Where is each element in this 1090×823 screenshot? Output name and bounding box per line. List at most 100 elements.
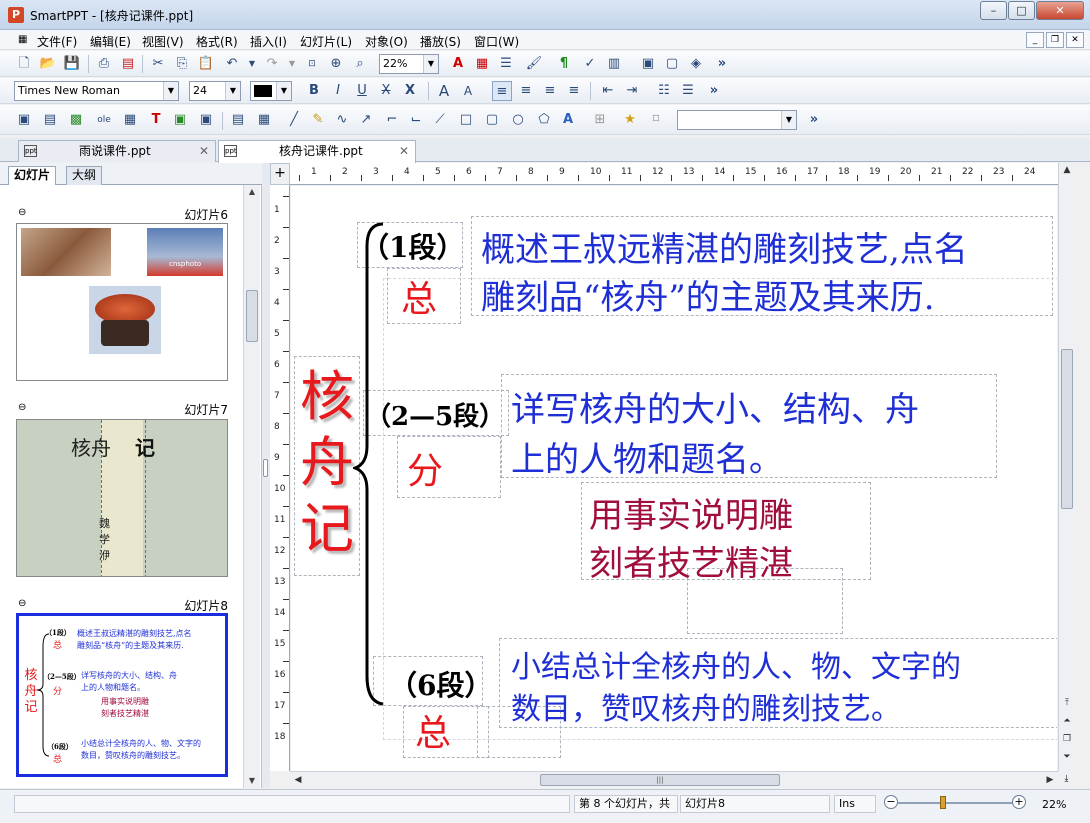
open-folder-icon[interactable]: 📂	[38, 54, 58, 74]
wordart-icon[interactable]: A	[558, 110, 578, 130]
paragraph-mark-icon[interactable]: ¶	[554, 54, 574, 74]
previous-slide-icon[interactable]: ⏶	[1059, 714, 1075, 729]
close-button[interactable]: ✕	[1036, 1, 1084, 20]
text-box-icon[interactable]: T	[146, 110, 166, 130]
shrink-font-icon[interactable]: A	[458, 81, 478, 101]
ole-object-icon[interactable]: ole	[94, 110, 114, 130]
format-painter-icon[interactable]: 🖌	[524, 54, 544, 74]
pdf-icon[interactable]: ▤	[118, 54, 138, 74]
list-icon[interactable]: ☰	[496, 54, 516, 74]
page-icon[interactable]: ▢	[662, 54, 682, 74]
new-icon[interactable]: 🗋	[14, 54, 34, 74]
menu-format[interactable]: 格式(R)	[196, 33, 238, 50]
polyline-icon[interactable]: ⟋	[430, 110, 450, 130]
style-select[interactable]: ▼	[677, 110, 797, 130]
bullet-list-icon[interactable]: ☷	[654, 81, 674, 101]
scroll-thumb[interactable]	[246, 290, 258, 342]
picture-icon[interactable]: ▩	[66, 110, 86, 130]
align-left-icon[interactable]: ≡	[492, 81, 512, 101]
font-name-select[interactable]: Times New Roman ▼	[14, 81, 179, 101]
redo-icon[interactable]: ↷	[262, 54, 282, 74]
slide-8-header[interactable]: ⊖ 幻灯片8	[18, 597, 228, 613]
placeholder-icon[interactable]: ▣	[196, 110, 216, 130]
numbered-list-icon[interactable]: ☰	[678, 81, 698, 101]
grow-font-icon[interactable]: A	[434, 81, 454, 101]
curve-icon[interactable]: ∿	[332, 110, 352, 130]
group-icon[interactable]: ⊞	[590, 110, 610, 130]
table-frame-icon[interactable]: ▦	[254, 110, 274, 130]
align-right-icon[interactable]: ≡	[540, 81, 560, 101]
tab-hezhouji[interactable]: ppt 核舟记课件.ppt ✕	[218, 140, 416, 163]
slide-7-thumbnail[interactable]: 核舟 记 魏 学 洢	[16, 419, 228, 577]
doc-menu-icon[interactable]: ▦	[18, 34, 27, 45]
spell-check-icon[interactable]: ✓	[580, 54, 600, 74]
connector-icon[interactable]: ⌐	[382, 110, 402, 130]
menu-view[interactable]: 视图(V)	[142, 33, 184, 50]
action-icon[interactable]: ⌑	[646, 110, 666, 130]
font-color-select[interactable]: ▼	[250, 81, 292, 101]
paste-icon[interactable]: 📋	[196, 54, 216, 74]
decrease-indent-icon[interactable]: ⇤	[598, 81, 618, 101]
copy-icon[interactable]: ⎘	[172, 54, 192, 74]
scroll-thumb[interactable]	[1061, 349, 1073, 509]
slide-6-header[interactable]: ⊖ 幻灯片6	[18, 206, 228, 222]
zoom-select[interactable]: 22% ▼	[379, 54, 439, 74]
text-frame-icon[interactable]: ▤	[40, 110, 60, 130]
arrow-line-icon[interactable]: ↗	[356, 110, 376, 130]
pen-icon[interactable]: ✎	[308, 110, 328, 130]
shapes-icon[interactable]: ⬠	[534, 110, 554, 130]
justify-icon[interactable]: ≡	[564, 81, 584, 101]
tab-yushuo[interactable]: ppt 雨说课件.ppt ✕	[18, 140, 216, 162]
line-icon[interactable]: ╱	[284, 110, 304, 130]
menu-file[interactable]: 文件(F)	[37, 33, 77, 50]
chart-frame-icon[interactable]: ▦	[120, 110, 140, 130]
layers-icon[interactable]: ◈	[686, 54, 706, 74]
table-icon[interactable]: ▦	[472, 54, 492, 74]
scroll-down-icon[interactable]: ▼	[244, 774, 260, 788]
next-slide-icon[interactable]: ⏷	[1059, 750, 1075, 765]
font-size-select[interactable]: 24 ▼	[189, 81, 241, 101]
slides-panel-scrollbar[interactable]: ▲ ▼	[243, 185, 260, 788]
redo-dropdown-icon[interactable]: ▼	[282, 54, 302, 74]
align-center-icon[interactable]: ≡	[516, 81, 536, 101]
menu-play[interactable]: 播放(S)	[420, 33, 461, 50]
undo-dropdown-icon[interactable]: ▼	[242, 54, 262, 74]
menu-edit[interactable]: 编辑(E)	[90, 33, 131, 50]
minimize-button[interactable]: –	[980, 1, 1007, 20]
ruler-origin[interactable]: +	[270, 163, 290, 185]
text-frame-icon[interactable]: ▣	[638, 54, 658, 74]
text-format-icon[interactable]: A	[448, 54, 468, 74]
zoom-in-icon[interactable]: +	[1012, 795, 1026, 809]
slide-canvas[interactable]: 核 舟 记 （1段） 总 概述王叔远精湛的雕刻技艺,点名 雕刻品“核舟”的主题及…	[291, 186, 1057, 771]
strikethrough-icon[interactable]: X	[376, 81, 396, 101]
zoom-slider-track[interactable]	[898, 802, 1016, 804]
zoom-out-icon[interactable]: −	[884, 795, 898, 809]
rounded-rect-icon[interactable]: ▢	[482, 110, 502, 130]
tab-close-icon[interactable]: ✕	[199, 141, 209, 161]
panel-splitter[interactable]	[262, 163, 270, 788]
scroll-right-icon[interactable]: ▶	[1042, 772, 1058, 788]
elbow-connector-icon[interactable]: ⌙	[406, 110, 426, 130]
select-frame-icon[interactable]: ▣	[14, 110, 34, 130]
underline-icon[interactable]: U	[352, 81, 372, 101]
overflow-icon[interactable]: »	[804, 110, 824, 130]
chart-icon[interactable]: ▥	[604, 54, 624, 74]
tab-slides[interactable]: 幻灯片	[8, 166, 57, 185]
rectangle-icon[interactable]: □	[456, 110, 476, 130]
undo-icon[interactable]: ↶	[222, 54, 242, 74]
clear-format-icon[interactable]: X	[400, 81, 420, 101]
scroll-up-icon[interactable]: ▲	[1059, 163, 1075, 178]
canvas-horizontal-scrollbar[interactable]: ◀ ||| ▶	[290, 771, 1058, 788]
scroll-up-icon[interactable]: ▲	[244, 185, 260, 199]
fit-page-icon[interactable]: ⊡	[302, 54, 322, 74]
save-icon[interactable]: 💾	[62, 54, 82, 74]
menu-insert[interactable]: 插入(I)	[250, 33, 287, 50]
doc-close-button[interactable]: ✕	[1066, 32, 1084, 48]
outline-frame-icon[interactable]: ▣	[170, 110, 190, 130]
magnifier-icon[interactable]: ⌕	[350, 54, 370, 74]
slide-7-header[interactable]: ⊖ 幻灯片7	[18, 401, 228, 417]
overflow-icon[interactable]: »	[704, 81, 724, 101]
doc-minimize-button[interactable]: _	[1026, 32, 1044, 48]
canvas-vertical-scrollbar[interactable]: ▲ ⤒ ⏶ ❐ ⏷	[1058, 163, 1075, 771]
menu-window[interactable]: 窗口(W)	[474, 33, 519, 50]
